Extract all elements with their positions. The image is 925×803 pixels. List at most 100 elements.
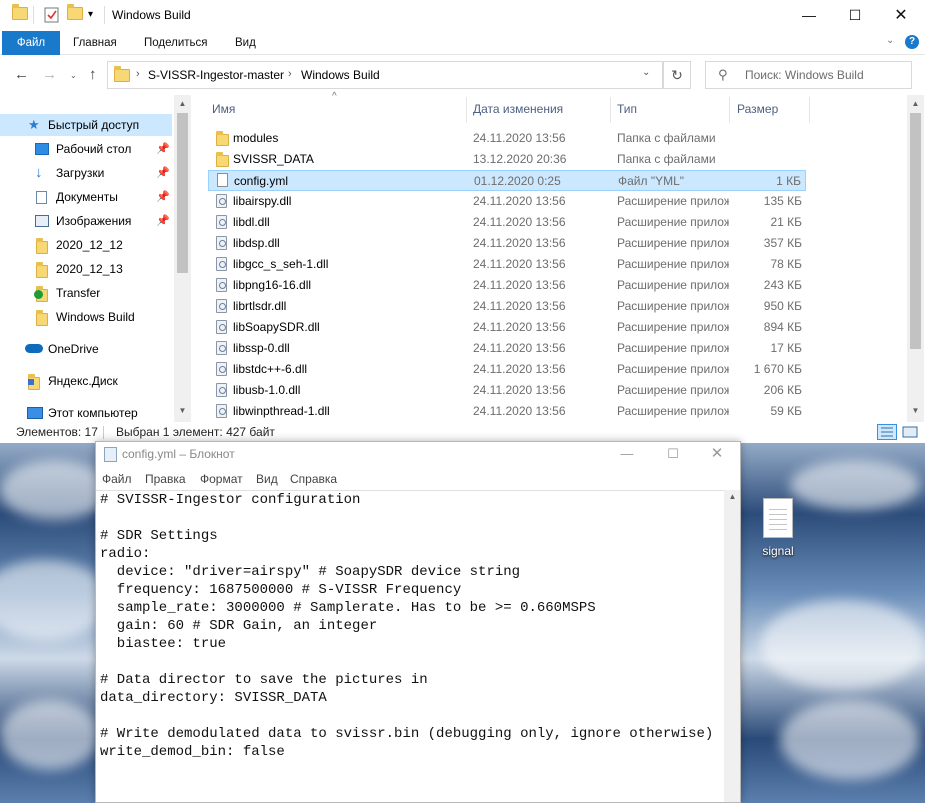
file-row[interactable]: libusb-1.0.dll 24.11.2020 13:56 Расширен… — [208, 380, 806, 401]
column-header-name[interactable]: Имя — [212, 95, 235, 123]
file-date: 24.11.2020 13:56 — [473, 194, 566, 208]
file-row[interactable]: libairspy.dll 24.11.2020 13:56 Расширени… — [208, 191, 806, 212]
column-separator[interactable] — [466, 97, 467, 123]
file-date: 24.11.2020 13:56 — [473, 257, 566, 271]
column-separator[interactable] — [610, 97, 611, 123]
tab-file[interactable]: Файл — [2, 31, 60, 55]
nav-scrollbar[interactable]: ▲ ▼ — [174, 95, 191, 422]
scroll-down-icon[interactable]: ▼ — [174, 406, 191, 415]
nav-item-downloads[interactable]: ↓ Загрузки 📌 — [0, 162, 172, 184]
nav-item-this-pc[interactable]: Этот компьютер — [0, 402, 172, 424]
customize-toolbar-icon[interactable]: ▾ — [88, 9, 104, 25]
scroll-thumb[interactable] — [910, 113, 921, 349]
nav-item-documents[interactable]: Документы 📌 — [0, 186, 172, 208]
file-row[interactable]: libwinpthread-1.dll 24.11.2020 13:56 Рас… — [208, 401, 806, 422]
file-size: 21 КБ — [770, 215, 802, 229]
desktop-icon-label: signal — [762, 544, 794, 558]
menu-view[interactable]: Вид — [256, 472, 278, 486]
nav-item-onedrive[interactable]: OneDrive — [0, 338, 172, 360]
nav-item-yandex-disk[interactable]: Яндекс.Диск — [0, 370, 172, 392]
close-button[interactable]: ✕ — [878, 0, 924, 31]
menu-format[interactable]: Формат — [200, 472, 243, 486]
file-date: 24.11.2020 13:56 — [473, 236, 566, 250]
minimize-button[interactable]: — — [786, 0, 832, 31]
file-name: libssp-0.dll — [233, 341, 290, 355]
computer-icon — [27, 407, 43, 419]
maximize-button[interactable]: ☐ — [650, 442, 696, 468]
details-view-icon[interactable] — [877, 424, 897, 440]
nav-item-label: Этот компьютер — [48, 406, 138, 420]
column-header-size[interactable]: Размер — [737, 95, 778, 123]
file-row[interactable]: libdsp.dll 24.11.2020 13:56 Расширение п… — [208, 233, 806, 254]
text-editor[interactable]: # SVISSR-Ingestor configuration # SDR Se… — [96, 490, 724, 802]
file-row[interactable]: libssp-0.dll 24.11.2020 13:56 Расширение… — [208, 338, 806, 359]
address-history-icon[interactable]: ⌄ — [642, 67, 650, 78]
large-icons-view-icon[interactable] — [900, 424, 920, 440]
menu-help[interactable]: Справка — [290, 472, 337, 486]
expand-ribbon-icon[interactable]: ⌄ — [886, 35, 894, 46]
tab-view[interactable]: Вид — [235, 31, 256, 55]
file-size: 135 КБ — [763, 194, 802, 208]
new-folder-icon[interactable] — [67, 4, 83, 23]
search-input[interactable]: ⚲ Поиск: Windows Build — [705, 61, 912, 89]
nav-item-folder[interactable]: 2020_12_13 — [0, 258, 172, 280]
up-button[interactable]: ↑ — [89, 66, 97, 83]
breadcrumb-item[interactable]: S-VISSR-Ingestor-master — [148, 68, 284, 82]
file-size: 206 КБ — [763, 383, 802, 397]
column-separator[interactable] — [809, 97, 810, 123]
nav-item-desktop[interactable]: Рабочий стол 📌 — [0, 138, 172, 160]
column-separator[interactable] — [729, 97, 730, 123]
nav-item-label: Изображения — [56, 214, 132, 228]
menu-edit[interactable]: Правка — [145, 472, 186, 486]
nav-item-quick-access[interactable]: ★ Быстрый доступ — [0, 114, 172, 136]
nav-item-transfer[interactable]: Transfer — [0, 282, 172, 304]
scroll-up-icon[interactable]: ▲ — [174, 99, 191, 108]
back-button[interactable]: ← — [14, 66, 29, 83]
scroll-thumb[interactable] — [177, 113, 188, 273]
file-row[interactable]: libSoapySDR.dll 24.11.2020 13:56 Расшире… — [208, 317, 806, 338]
nav-item-windows-build[interactable]: Windows Build — [0, 306, 172, 328]
desktop-file-signal[interactable]: signal — [754, 498, 802, 558]
file-type: Расширение приложения — [617, 194, 729, 208]
cloud-icon — [25, 344, 43, 353]
nav-item-folder[interactable]: 2020_12_12 — [0, 234, 172, 256]
file-type: Расширение приложения — [617, 383, 729, 397]
file-name: libdsp.dll — [233, 236, 280, 250]
refresh-button[interactable]: ↻ — [663, 61, 691, 89]
scroll-down-icon[interactable]: ▼ — [907, 406, 924, 415]
file-list-scrollbar[interactable]: ▲ ▼ — [907, 95, 924, 422]
column-header-date[interactable]: Дата изменения — [473, 95, 563, 123]
folder-icon — [12, 4, 28, 23]
column-header-type[interactable]: Тип — [617, 95, 637, 123]
scroll-up-icon[interactable]: ▲ — [724, 492, 741, 501]
notepad-icon — [104, 447, 117, 462]
file-row[interactable]: libgcc_s_seh-1.dll 24.11.2020 13:56 Расш… — [208, 254, 806, 275]
file-name: libairspy.dll — [233, 194, 292, 208]
file-name: SVISSR_DATA — [233, 152, 314, 166]
navigation-pane: ★ Быстрый доступ Рабочий стол 📌 ↓ Загруз… — [0, 95, 190, 422]
file-row[interactable]: libstdc++-6.dll 24.11.2020 13:56 Расшире… — [208, 359, 806, 380]
address-bar[interactable]: › S-VISSR-Ingestor-master › Windows Buil… — [107, 61, 663, 89]
scroll-up-icon[interactable]: ▲ — [907, 99, 924, 108]
close-button[interactable]: ✕ — [694, 442, 740, 468]
file-row[interactable]: librtlsdr.dll 24.11.2020 13:56 Расширени… — [208, 296, 806, 317]
tab-home[interactable]: Главная — [73, 31, 117, 55]
recent-locations-icon[interactable]: ⌄ — [70, 71, 77, 80]
file-row[interactable]: libpng16-16.dll 24.11.2020 13:56 Расшире… — [208, 275, 806, 296]
breadcrumb-item[interactable]: Windows Build — [301, 68, 380, 82]
editor-scrollbar[interactable]: ▲ — [724, 490, 740, 802]
file-row[interactable]: libdl.dll 24.11.2020 13:56 Расширение пр… — [208, 212, 806, 233]
minimize-button[interactable]: — — [604, 442, 650, 468]
file-row[interactable]: modules 24.11.2020 13:56 Папка с файлами — [208, 128, 806, 149]
tab-share[interactable]: Поделиться — [144, 31, 208, 55]
file-date: 24.11.2020 13:56 — [473, 299, 566, 313]
properties-icon[interactable] — [44, 7, 60, 23]
file-row[interactable]: SVISSR_DATA 13.12.2020 20:36 Папка с фай… — [208, 149, 806, 170]
help-icon[interactable]: ? — [905, 35, 919, 49]
file-row-selected[interactable]: config.yml 01.12.2020 0:25 Файл "YML" 1 … — [208, 170, 806, 191]
forward-button[interactable]: → — [42, 66, 57, 83]
maximize-button[interactable]: ☐ — [832, 0, 878, 31]
nav-item-pictures[interactable]: Изображения 📌 — [0, 210, 172, 232]
menu-file[interactable]: Файл — [102, 472, 132, 486]
nav-item-label: Быстрый доступ — [48, 118, 140, 132]
